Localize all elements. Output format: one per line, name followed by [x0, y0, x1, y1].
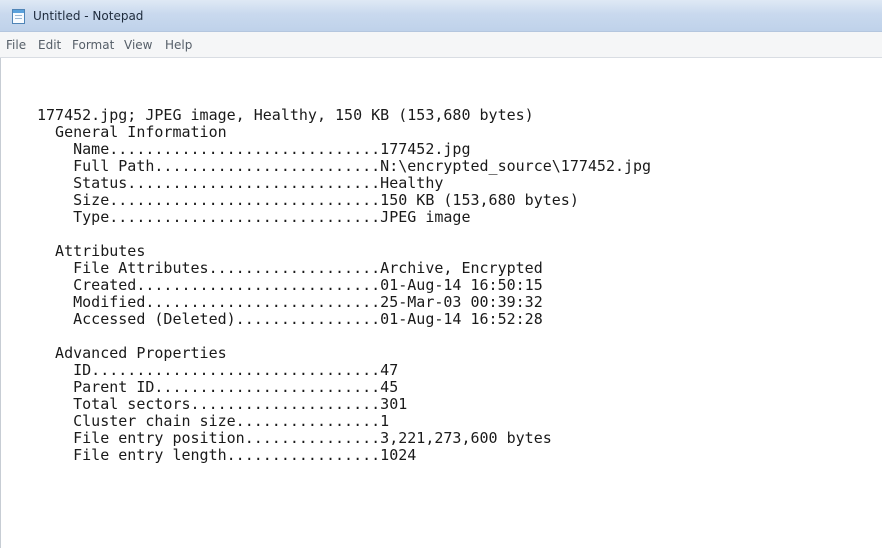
- text-line: File entry position...............3,221,…: [37, 429, 552, 447]
- title-bar[interactable]: Untitled - Notepad: [0, 0, 882, 32]
- text-line: Size..............................150 KB…: [37, 191, 579, 209]
- text-line: [37, 226, 651, 243]
- menu-help[interactable]: Help: [165, 38, 192, 52]
- text-line: File Attributes...................Archiv…: [37, 259, 543, 277]
- text-line: 177452.jpg; JPEG image, Healthy, 150 KB …: [37, 106, 534, 124]
- text-line: [37, 328, 651, 345]
- menu-view[interactable]: View: [124, 38, 152, 52]
- menu-file[interactable]: File: [6, 38, 26, 52]
- menu-edit[interactable]: Edit: [38, 38, 61, 52]
- text-line: Accessed (Deleted)................01-Aug…: [37, 310, 543, 328]
- text-line: Modified..........................25-Mar…: [37, 293, 543, 311]
- text-line: ID................................47: [37, 361, 399, 379]
- notepad-window: Untitled - Notepad File Edit Format View…: [0, 0, 882, 548]
- menu-format[interactable]: Format: [72, 38, 114, 52]
- notepad-icon: [12, 9, 25, 24]
- menu-bar: File Edit Format View Help: [0, 32, 882, 58]
- text-line: Created...........................01-Aug…: [37, 276, 543, 294]
- text-line: Name..............................177452…: [37, 140, 471, 158]
- text-line: Full Path.........................N:\enc…: [37, 157, 652, 175]
- editor-border: [0, 58, 1, 548]
- text-line: Attributes: [37, 242, 146, 260]
- text-line: Status............................Health…: [37, 174, 444, 192]
- text-line: General Information: [37, 123, 227, 141]
- text-line: Advanced Properties: [37, 344, 227, 362]
- window-title: Untitled - Notepad: [33, 9, 144, 23]
- document-text: 177452.jpg; JPEG image, Healthy, 150 KB …: [37, 107, 651, 464]
- text-line: Total sectors.....................301: [37, 395, 408, 413]
- text-line: Type..............................JPEG i…: [37, 208, 471, 226]
- text-line: Parent ID.........................45: [37, 378, 399, 396]
- text-line: Cluster chain size................1: [37, 412, 390, 430]
- text-line: File entry length.................1024: [37, 446, 417, 464]
